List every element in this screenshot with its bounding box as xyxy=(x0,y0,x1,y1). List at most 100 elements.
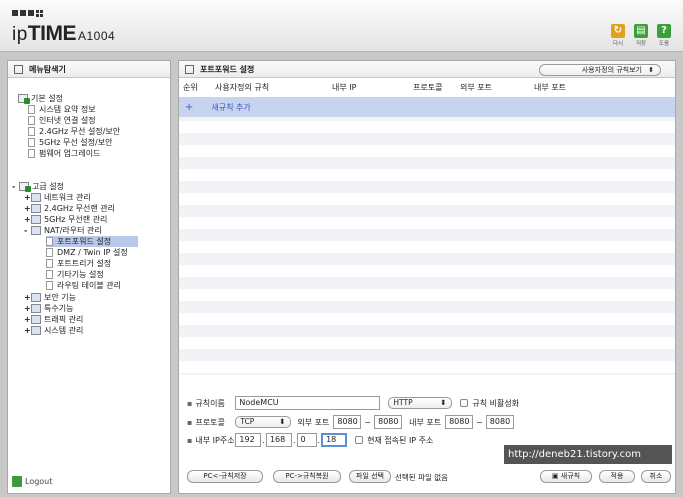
internal-port-end[interactable]: 8080 xyxy=(485,415,514,429)
folder-icon xyxy=(31,204,41,213)
tree-item[interactable]: 2.4GHz 무선 설정/보안 xyxy=(28,126,120,137)
no-file-label: 선택된 파일 없음 xyxy=(395,473,449,482)
apply-button[interactable]: 적용 xyxy=(599,470,635,483)
folder-icon xyxy=(31,315,41,324)
file-select-button[interactable]: 파일 선택 xyxy=(349,470,391,483)
external-port-end[interactable]: 8080 xyxy=(374,415,403,429)
view-rules-select[interactable]: 사용자정의 규칙보기 xyxy=(539,64,661,76)
tree-advanced[interactable]: - 고급 설정 xyxy=(12,181,64,192)
wifi-icon xyxy=(28,127,35,136)
collapse-icon[interactable]: - xyxy=(24,226,31,235)
tree-item[interactable]: + 시스템 관리 xyxy=(24,325,83,336)
current-ip-checkbox[interactable] xyxy=(355,436,364,444)
internal-port-start[interactable]: 8080 xyxy=(445,415,474,429)
external-port-start[interactable]: 8080 xyxy=(333,415,362,429)
col-internal-port: 내부 포트 xyxy=(534,83,566,92)
expand-icon[interactable]: + xyxy=(24,193,31,202)
page-icon xyxy=(46,270,53,279)
select-arrow-icon: ⬍ xyxy=(440,398,447,407)
refresh-button[interactable]: ↻ 다시 xyxy=(609,24,627,47)
pc-save-rules-button[interactable]: PC<-규칙저장 xyxy=(187,470,263,483)
folder-icon xyxy=(31,304,41,313)
tree-item[interactable]: 인터넷 연결 설정 xyxy=(28,115,96,126)
tree-item[interactable]: +2.4GHz 무선랜 관리 xyxy=(24,203,115,214)
col-internal-ip: 내부 IP xyxy=(332,83,357,92)
page-icon xyxy=(46,248,53,257)
tilde-text: ~ xyxy=(364,417,372,427)
col-rank: 순위 xyxy=(183,83,198,92)
page-icon xyxy=(28,105,35,114)
expand-icon[interactable]: + xyxy=(24,293,31,302)
tree-item[interactable]: - NAT/라우터 관리 xyxy=(24,225,102,236)
pc-restore-rules-button[interactable]: PC->규칙복원 xyxy=(273,470,341,483)
service-select[interactable]: HTTP ⬍ xyxy=(388,397,453,409)
expand-icon[interactable]: + xyxy=(24,315,31,324)
ip-octet-2[interactable]: 168 xyxy=(265,433,292,447)
menu-explorer-panel: 메뉴탐색기 기본 설정 시스템 요약 정보 인터넷 연결 설정 2.4GHz 무… xyxy=(7,60,171,494)
brand-logo: ipTIME A1004 xyxy=(12,22,116,45)
internal-ip-label: 내부 IP주소 xyxy=(195,435,235,445)
help-icon: ? xyxy=(657,24,671,38)
watermark: http://deneb21.tistory.com xyxy=(504,445,672,464)
menu-squares-icon xyxy=(12,10,43,17)
expand-icon[interactable]: + xyxy=(24,326,31,335)
rule-name-input[interactable]: NodeMCU xyxy=(235,396,381,410)
protocol-row: ▪ 프로토콜 TCP ⬍ 외부 포트 8080 ~ 8080 내부 포트 8080 … xyxy=(187,415,514,429)
help-button[interactable]: ? 도움 xyxy=(655,24,673,47)
explorer-icon xyxy=(14,64,23,74)
page-icon xyxy=(46,237,53,246)
header: ipTIME A1004 ↻ 다시 ▤ 저장 ? 도움 xyxy=(0,0,683,52)
tree-item[interactable]: DMZ / Twin IP 설정 xyxy=(46,247,128,258)
protocol-label: 프로토콜 xyxy=(195,417,225,427)
expand-icon[interactable]: + xyxy=(24,204,31,213)
save-icon: ▤ xyxy=(634,24,648,38)
tree-item[interactable]: 기타기능 설정 xyxy=(46,269,104,280)
tree-item[interactable]: + 보안 기능 xyxy=(24,292,76,303)
disable-rule-checkbox[interactable] xyxy=(460,399,469,407)
tree-item[interactable]: 펌웨어 업그레이드 xyxy=(28,148,100,159)
new-rule-label: 새규칙 xyxy=(560,472,581,480)
tilde-text: ~ xyxy=(476,417,483,427)
col-rule: 사용자정의 규칙 xyxy=(215,83,270,92)
save-button[interactable]: ▤ 저장 xyxy=(632,24,650,47)
tree-item[interactable]: + 네트워크 관리 xyxy=(24,192,91,203)
folder-icon xyxy=(31,293,41,302)
tree-item[interactable]: 시스템 요약 정보 xyxy=(28,104,96,115)
folder-icon xyxy=(19,182,31,192)
collapse-icon[interactable]: - xyxy=(12,182,19,191)
tree-item[interactable]: 포트트리거 설정 xyxy=(46,258,111,269)
refresh-icon: ↻ xyxy=(611,24,625,38)
expand-icon[interactable]: + xyxy=(24,215,31,224)
protocol-select[interactable]: TCP ⬍ xyxy=(235,416,292,428)
tree-item[interactable]: + 특수기능 xyxy=(24,303,73,314)
ip-octet-4[interactable]: 18 xyxy=(321,433,348,447)
cancel-button[interactable]: 취소 xyxy=(641,470,671,483)
folder-icon xyxy=(31,226,41,235)
logout-button[interactable]: Logout xyxy=(12,476,52,487)
window-icon xyxy=(185,64,194,74)
col-external-port: 외부 포트 xyxy=(460,83,492,92)
folder-icon xyxy=(31,193,41,202)
wifi-icon xyxy=(28,138,35,147)
page-icon xyxy=(46,259,53,268)
tree-item[interactable]: + 트래픽 관리 xyxy=(24,314,83,325)
internal-ip-row: ▪ 내부 IP주소 192. 168. 0. 18 현재 접속된 IP 주소 xyxy=(187,433,433,447)
expand-icon[interactable]: + xyxy=(24,304,31,313)
disable-rule-label: 규칙 비활성화 xyxy=(472,398,520,408)
logout-icon xyxy=(12,476,22,487)
page-icon xyxy=(46,281,53,290)
ip-octet-1[interactable]: 192 xyxy=(235,433,262,447)
folder-icon xyxy=(31,215,41,224)
tree-item-port-forward[interactable]: 포트포워드 설정 xyxy=(46,236,138,247)
tree-item[interactable]: +5GHz 무선랜 관리 xyxy=(24,214,107,225)
current-ip-label: 현재 접속된 IP 주소 xyxy=(367,435,434,445)
ip-octet-3[interactable]: 0 xyxy=(296,433,317,447)
new-rule-button[interactable]: ▣ 새규칙 xyxy=(540,470,592,483)
rule-name-label: 규칙이름 xyxy=(195,398,225,408)
table-header: 순위 사용자정의 규칙 내부 IP 프로토콜 외부 포트 내부 포트 xyxy=(179,79,675,95)
tree-item[interactable]: 5GHz 무선 설정/보안 xyxy=(28,137,112,148)
external-port-label: 외부 포트 xyxy=(297,417,330,427)
tree-item[interactable]: 라우팅 테이블 관리 xyxy=(46,280,121,291)
tree-basic[interactable]: 기본 설정 xyxy=(18,93,63,104)
add-rule-row[interactable]: + 새규칙 추가 xyxy=(179,97,675,117)
